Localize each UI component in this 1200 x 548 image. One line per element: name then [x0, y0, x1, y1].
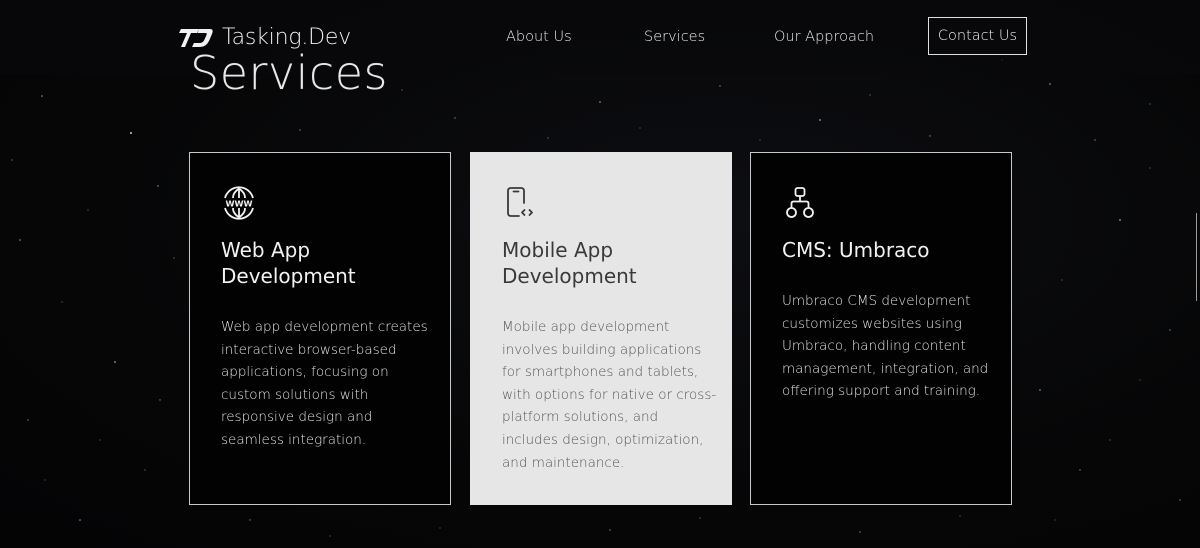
- card-title: Mobile App Development: [502, 238, 637, 288]
- page: Tasking.Dev About Us Services Our Approa…: [0, 0, 1200, 548]
- top-navbar: Tasking.Dev About Us Services Our Approa…: [0, 0, 1200, 74]
- service-card-cms-umbraco[interactable]: CMS: Umbraco Umbraco CMS development cus…: [750, 152, 1012, 505]
- service-card-mobile-app[interactable]: Mobile App Development Mobile app develo…: [470, 152, 732, 505]
- card-description: Web app development creates interactive …: [221, 319, 428, 448]
- mobile-code-icon: [507, 187, 533, 217]
- contact-us-button[interactable]: Contact Us: [928, 17, 1027, 55]
- sitemap-icon: [786, 187, 814, 218]
- card-title: Web App Development: [221, 238, 356, 288]
- scrollbar-thumb[interactable]: [1196, 213, 1197, 301]
- card-description: Umbraco CMS development customizes websi…: [782, 293, 989, 400]
- card-title: CMS: Umbraco: [782, 238, 930, 262]
- www-globe-icon: WWW: [224, 186, 254, 220]
- nav-link-about-us[interactable]: About Us: [506, 29, 572, 45]
- svg-text:WWW: WWW: [225, 198, 252, 208]
- nav-link-services[interactable]: Services: [644, 29, 705, 45]
- service-card-web-app[interactable]: WWW Web App Development Web app developm…: [189, 152, 451, 505]
- card-description: Mobile app development involves building…: [502, 319, 717, 471]
- nav-link-our-approach[interactable]: Our Approach: [774, 29, 874, 45]
- section-title: Services: [190, 46, 388, 100]
